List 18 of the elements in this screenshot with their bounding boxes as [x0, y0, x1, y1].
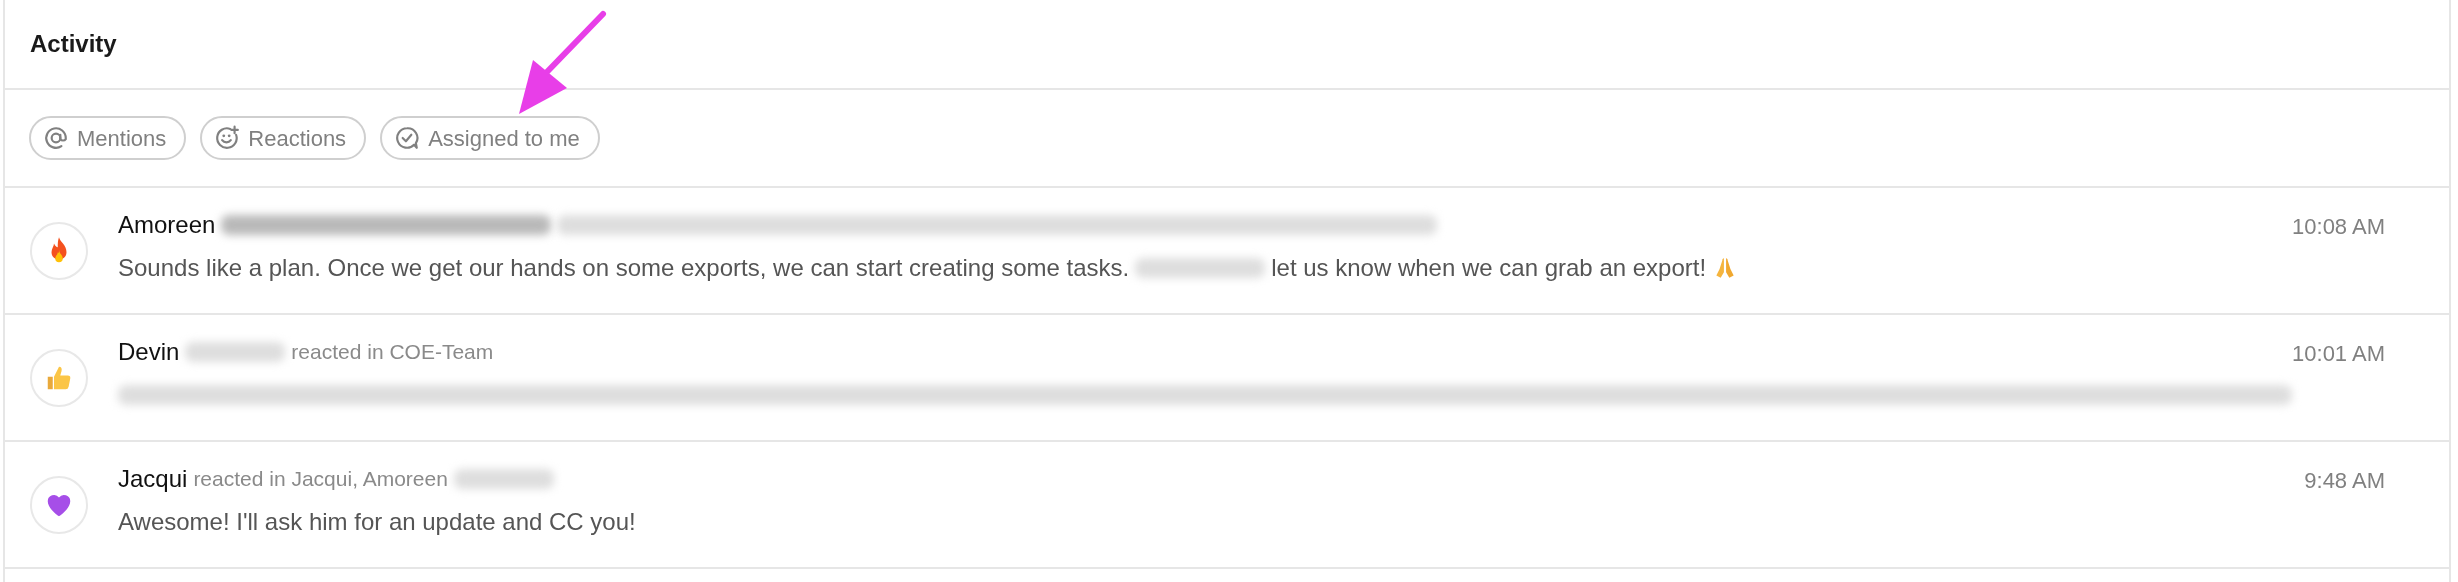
timestamp: 10:08 AM: [2292, 213, 2385, 241]
activity-meta: reacted in COE-Team: [291, 339, 494, 366]
activity-meta: reacted in Jacqui, Amoreen: [193, 466, 448, 493]
sender-name: Amoreen: [118, 210, 216, 240]
smiley-plus-icon: [214, 125, 241, 151]
timestamp: 10:01 AM: [2292, 340, 2385, 368]
timestamp: 9:48 AM: [2304, 467, 2385, 495]
filter-chip[interactable]: Reactions: [200, 116, 367, 160]
message-text: Sounds like a plan. Once we get our hands on some exports, we can start creating some tasks.: [118, 253, 1130, 283]
message-text: Awesome! I'll ask him for an update and CC you!: [118, 507, 636, 537]
filter-chip[interactable]: Mentions: [29, 116, 187, 160]
message-text: let us know when we can grab an export!: [1271, 253, 1707, 283]
at-sign-icon: [43, 125, 69, 151]
filter-chip[interactable]: Assigned to me: [380, 116, 600, 160]
check-bubble-icon: [394, 125, 421, 151]
sender-name: Devin: [118, 337, 180, 367]
sender-name: Jacqui: [118, 464, 188, 494]
panel-title: Activity: [30, 29, 117, 59]
